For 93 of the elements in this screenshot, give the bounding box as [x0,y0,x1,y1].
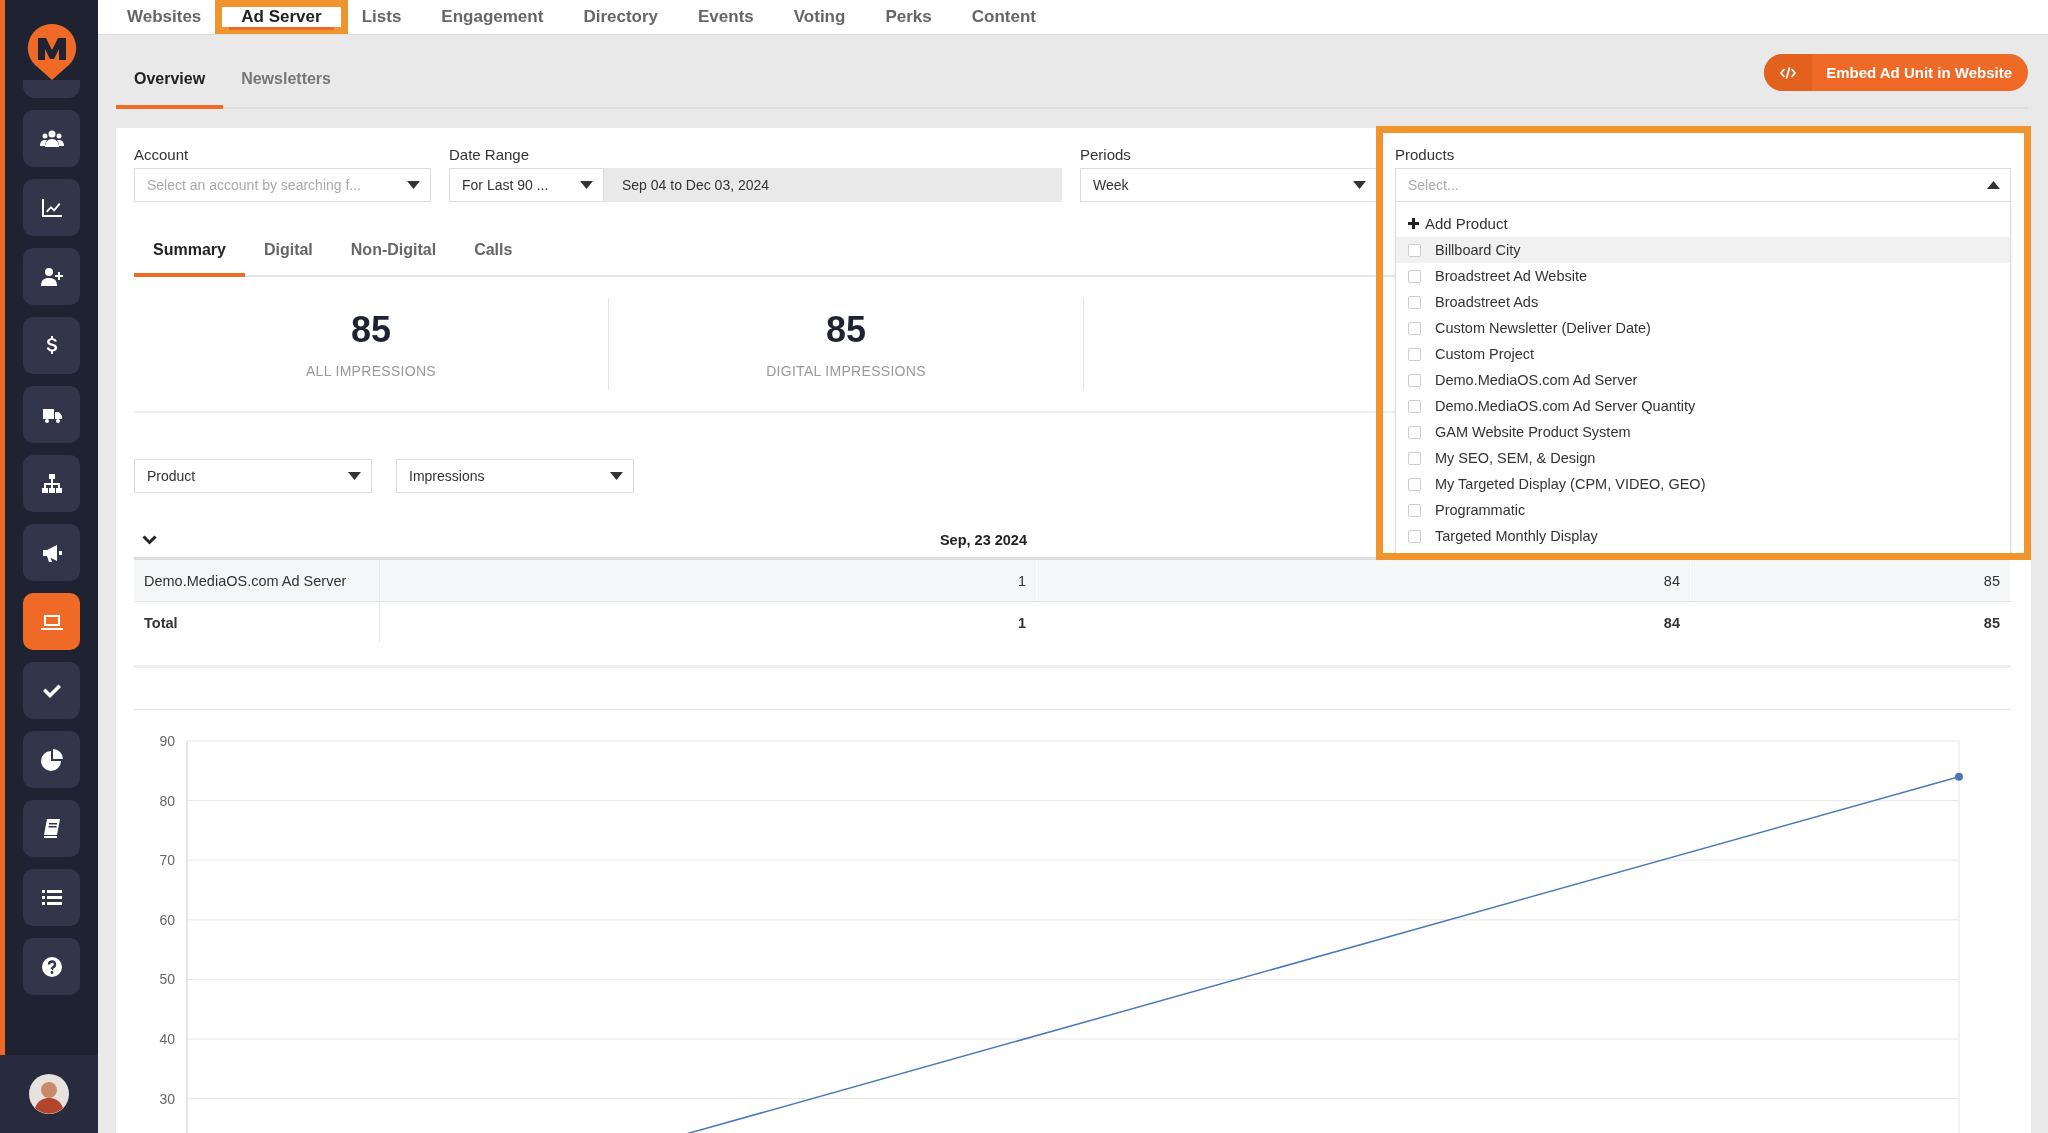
sidebar-button[interactable] [23,524,80,581]
sidebar-button[interactable] [23,455,80,512]
date-range-field[interactable]: Sep 04 to Dec 03, 2024 [604,168,1062,202]
nav-tab[interactable]: Perks [865,0,952,34]
nav-tab[interactable]: Voting [773,0,866,34]
table-cell: 85 [1691,560,2011,601]
table-cell: Demo.MediaOS.com Ad Server [134,560,380,601]
table-cell: 85 [1691,602,2011,643]
help-icon [39,954,64,979]
dropdown-option[interactable]: Broadstreet Ads [1396,289,2010,315]
logo-icon[interactable] [25,22,78,80]
dropdown-option[interactable]: Broadstreet Ad Website [1396,263,2010,289]
checkbox[interactable] [1408,321,1421,335]
nav-tab[interactable]: Events [678,0,774,34]
sidebar-button[interactable] [23,248,80,305]
nav-tab[interactable]: Engagement [421,0,564,34]
sidebar-button[interactable] [23,593,80,650]
y-tick-label: 30 [159,1090,175,1107]
y-tick-label: 90 [159,733,175,749]
metric-select[interactable]: Impressions [396,459,634,493]
stat-label: DIGITAL IMPRESSIONS [766,363,926,379]
y-tick-label: 50 [159,971,175,988]
column-header: Sep, 23 2024 [938,532,1028,548]
sub-tab[interactable]: Newsletters [223,70,349,109]
nav-tab[interactable]: Content [951,0,1056,34]
checkbox[interactable] [1408,347,1421,361]
chevron-down-icon[interactable] [142,535,157,545]
dropdown-option[interactable]: Demo.MediaOS.com Ad Server Quantity [1396,393,2010,419]
sidebar-button[interactable] [23,110,80,167]
checkbox[interactable] [1408,373,1421,387]
dropdown-option[interactable]: My Targeted Display (CPM, VIDEO, GEO) [1396,471,2010,497]
sitemap-icon [39,471,64,496]
nav-tab[interactable]: Directory [563,0,678,34]
add-product-button[interactable]: Add Product [1396,210,1520,237]
dropdown-option[interactable]: Custom Project [1396,341,2010,367]
caret-down-icon [348,472,361,480]
checkbox[interactable] [1408,269,1421,283]
sidebar-button[interactable] [23,869,80,926]
y-tick-label: 70 [159,852,175,869]
checkbox[interactable] [1408,477,1421,491]
code-icon [1780,66,1797,79]
sidebar-button[interactable] [23,731,80,788]
plus-icon [1408,218,1419,229]
y-tick-label: 40 [159,1031,175,1047]
table-cell: 84 [1037,560,1691,601]
checkbox[interactable] [1408,399,1421,413]
field-label: Products [1395,146,1456,163]
dropdown-option[interactable]: My SEO, SEM, & Design [1396,445,2010,471]
checkbox[interactable] [1408,295,1421,309]
dropdown-option[interactable]: GAM Website Product System [1396,419,2010,445]
checkbox[interactable] [1408,451,1421,465]
field-label: Periods [1080,146,1132,163]
stat-label: ALL IMPRESSIONS [306,363,436,379]
field-label: Account [134,146,190,163]
report-tab[interactable]: Digital [244,241,332,277]
dropdown-option[interactable]: Demo.MediaOS.com Ad Server [1396,367,2010,393]
report-tab[interactable]: Summary [134,241,245,277]
table-cell: 1 [380,560,1037,601]
caret-down-icon [407,181,420,189]
sidebar-button[interactable] [23,662,80,719]
table-cell: Total [134,602,380,643]
table-cell: 1 [380,602,1037,643]
field-label: Date Range [449,146,531,163]
date-range-select[interactable]: For Last 90 ... [449,168,604,202]
sidebar-button[interactable] [23,317,80,374]
dropdown-option[interactable]: Custom Newsletter (Deliver Date) [1396,315,2010,341]
caret-down-icon [610,472,623,480]
stat-value: 85 [350,309,391,351]
report-tab[interactable]: Non-Digital [331,241,456,277]
caret-down-icon [1353,181,1366,189]
pie-chart-icon [39,747,64,772]
dropdown-option[interactable]: Targeted Monthly Display [1396,523,2010,549]
stat-value: 85 [825,309,866,351]
report-tab[interactable]: Calls [455,241,532,277]
y-tick-label: 60 [159,911,175,928]
checkbox[interactable] [1408,425,1421,439]
sub-tab[interactable]: Overview [116,70,224,109]
checkbox[interactable] [1408,503,1421,517]
avatar-icon[interactable] [29,1074,69,1114]
periods-select[interactable]: Week [1080,168,1377,202]
dropdown-option[interactable]: Billboard City [1396,237,2010,263]
checkbox[interactable] [1408,529,1421,543]
dimension-select[interactable]: Product [134,459,372,493]
sidebar-button[interactable] [23,179,80,236]
y-tick-label: 80 [159,792,175,809]
sidebar-button[interactable] [23,800,80,857]
caret-up-icon [1987,181,2000,189]
table-cell: 84 [1037,602,1691,643]
sidebar-button[interactable] [23,938,80,995]
caret-down-icon [580,181,593,189]
dropdown-option[interactable]: Programmatic [1396,497,2010,523]
sidebar-button[interactable] [23,386,80,443]
checkbox[interactable] [1408,243,1421,257]
